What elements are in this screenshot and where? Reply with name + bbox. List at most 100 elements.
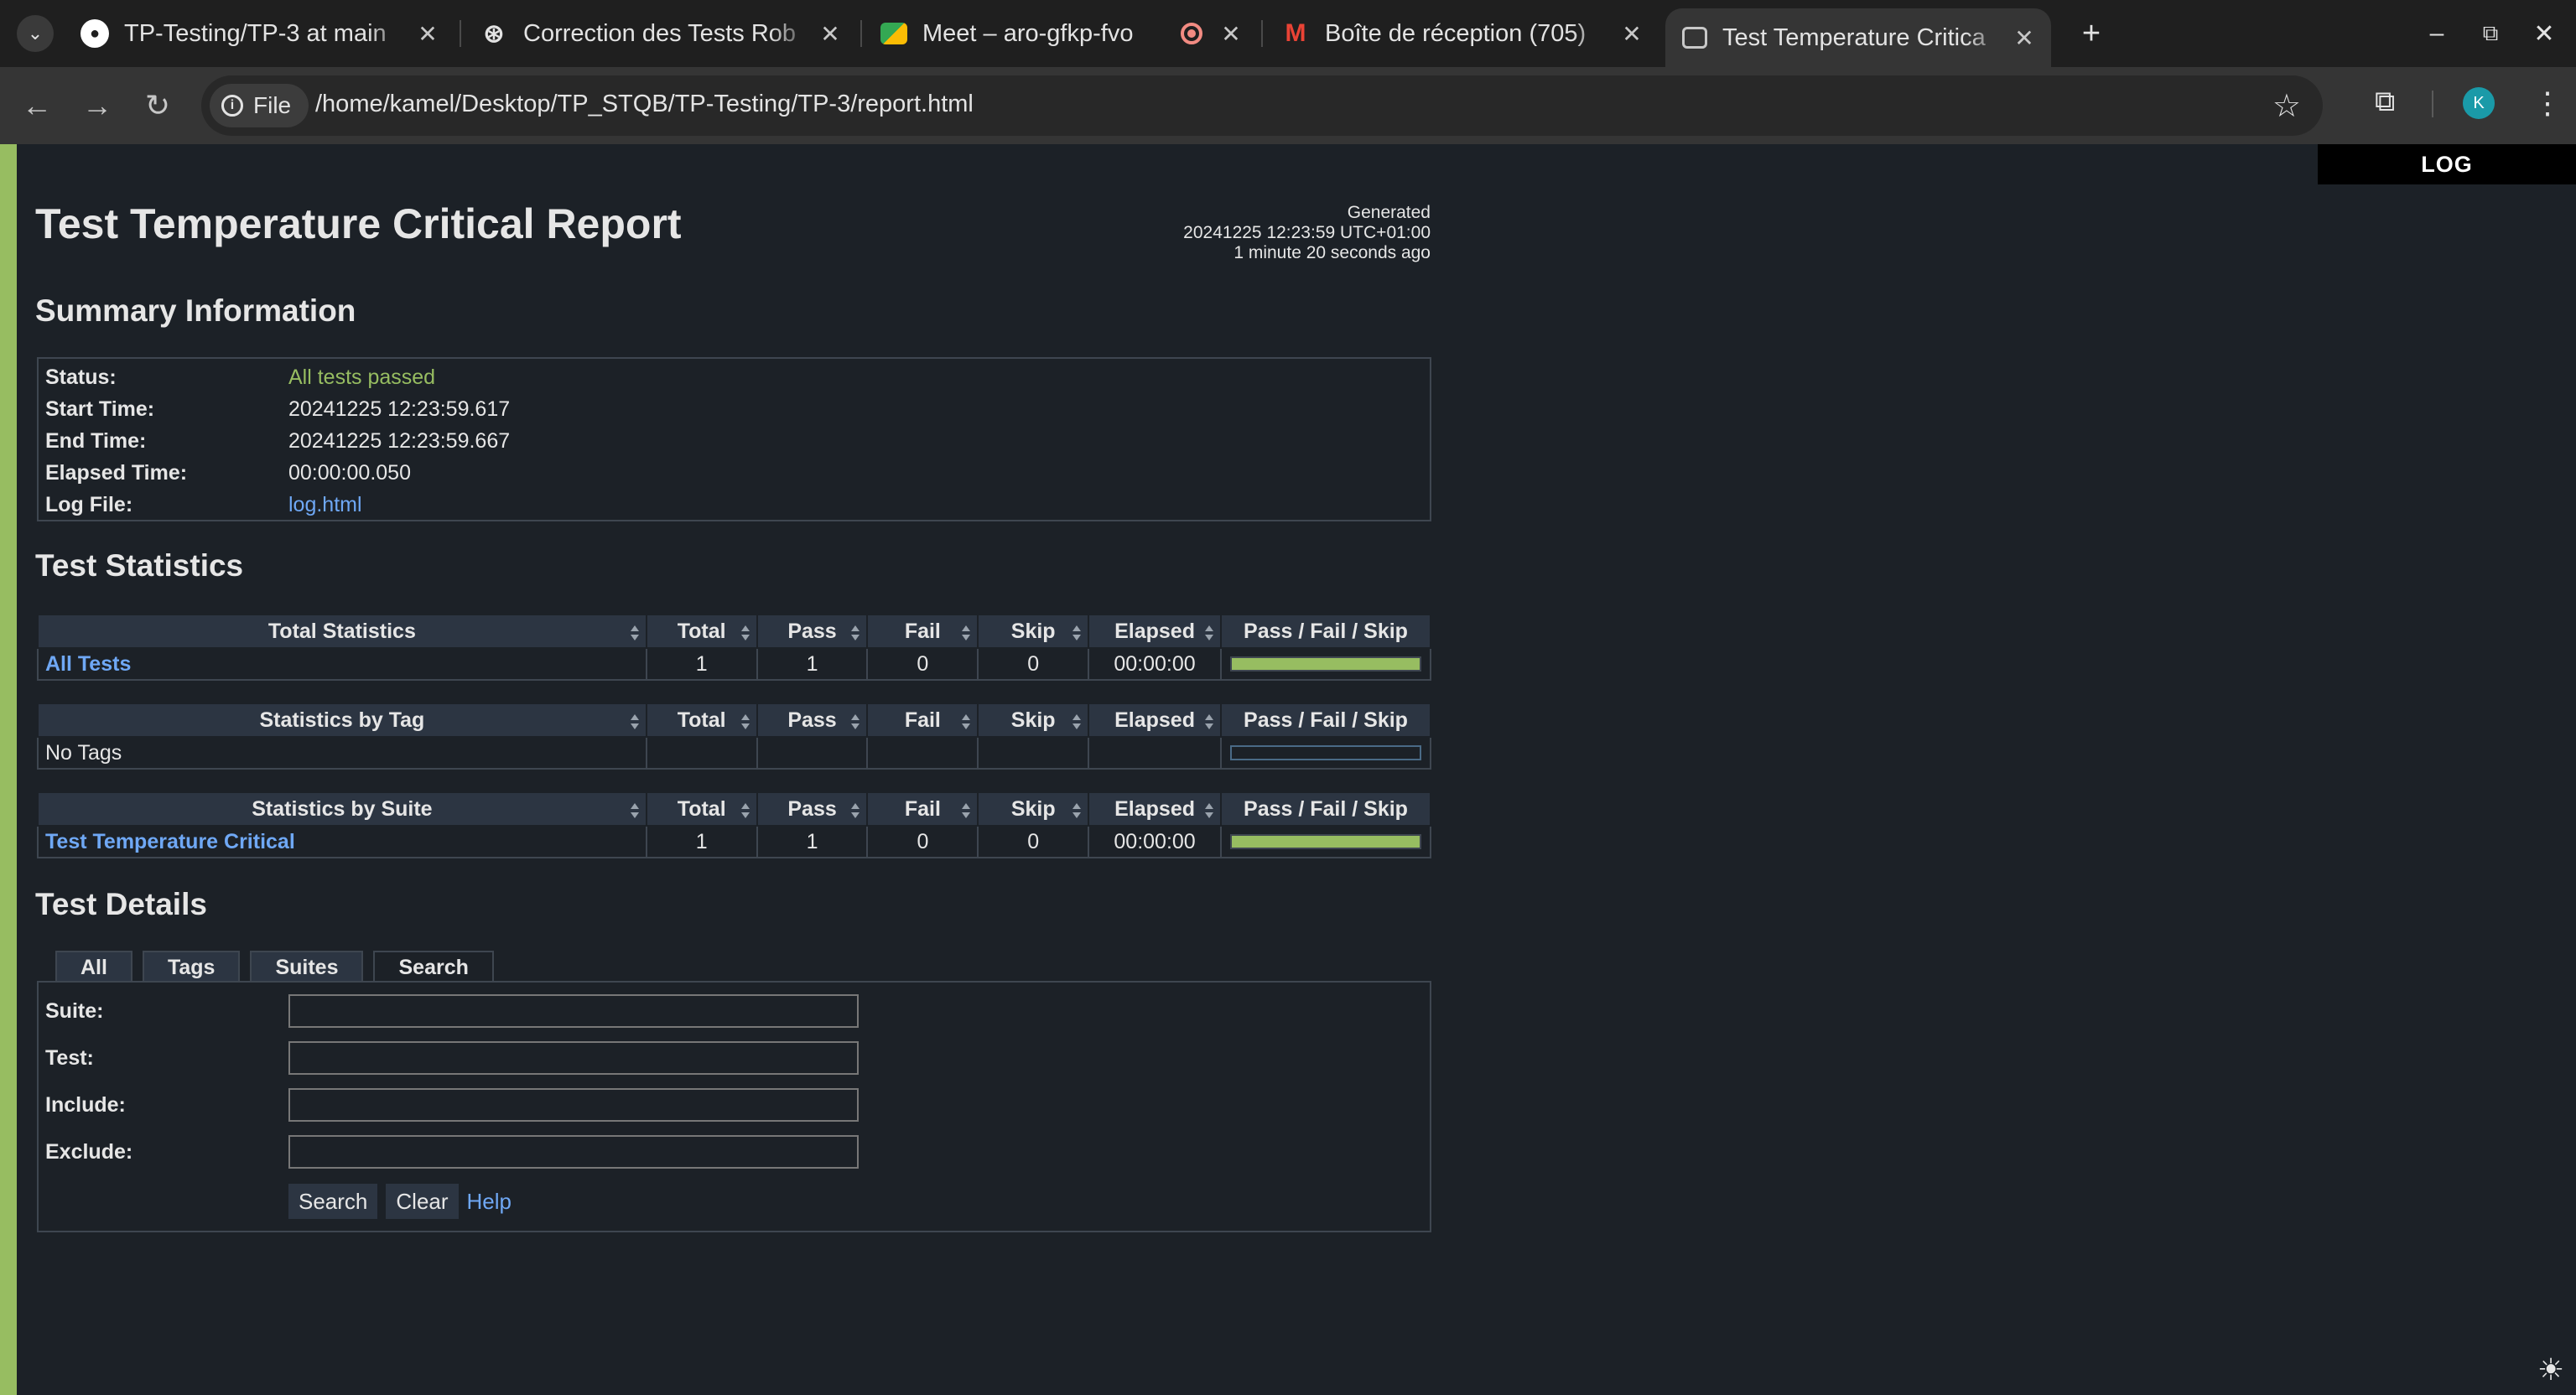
sort-icon[interactable] <box>962 803 971 818</box>
log-file-link[interactable]: log.html <box>288 493 362 517</box>
profile-avatar[interactable]: K <box>2463 87 2495 119</box>
sort-icon[interactable] <box>630 714 639 729</box>
column-header-total[interactable]: Total <box>645 791 758 827</box>
search-button[interactable]: Search <box>288 1184 378 1219</box>
include-label: Include: <box>45 1092 126 1117</box>
minimize-icon[interactable]: – <box>2413 12 2460 55</box>
end-time-value: 20241225 12:23:59.667 <box>288 428 511 453</box>
sort-icon[interactable] <box>851 625 860 640</box>
sort-icon[interactable] <box>1204 714 1213 729</box>
header-label: Fail <box>904 619 941 643</box>
all-tests-link[interactable]: All Tests <box>37 647 647 681</box>
help-link[interactable]: Help <box>467 1189 512 1215</box>
column-header-fail[interactable]: Fail <box>866 791 979 827</box>
back-arrow-icon[interactable]: ← <box>15 84 59 127</box>
column-header-fail[interactable]: Fail <box>866 703 979 738</box>
column-header-pass[interactable]: Pass <box>756 791 869 827</box>
column-header-name[interactable]: Statistics by Suite <box>37 791 647 827</box>
site-info-chip[interactable]: i File <box>210 84 309 127</box>
exclude-input[interactable] <box>288 1135 859 1169</box>
sort-icon[interactable] <box>740 625 750 640</box>
tab-search-chevron-icon[interactable]: ⌄ <box>17 15 54 52</box>
column-header-name[interactable]: Statistics by Tag <box>37 703 647 738</box>
summary-label: Status: <box>45 365 117 389</box>
column-header-fail[interactable]: Fail <box>866 614 979 649</box>
elapsed-value: 00:00:00.050 <box>288 460 411 485</box>
sort-icon[interactable] <box>1072 803 1082 818</box>
sort-icon[interactable] <box>630 803 639 818</box>
column-header-skip[interactable]: Skip <box>977 791 1090 827</box>
browser-menu-icon[interactable]: ⋮ <box>2532 86 2563 121</box>
sort-icon[interactable] <box>1205 803 1213 818</box>
details-heading: Test Details <box>35 887 207 921</box>
new-tab-plus-icon[interactable]: + <box>2071 13 2111 54</box>
extensions-puzzle-icon[interactable]: ⧉ <box>2375 86 2395 118</box>
column-header-skip[interactable]: Skip <box>977 614 1090 649</box>
browser-tab-correction[interactable]: ⊛ Correction des Tests Rob ✕ <box>463 8 857 59</box>
column-header-total[interactable]: Total <box>645 703 758 738</box>
close-tab-icon[interactable]: ✕ <box>1214 20 1248 48</box>
sort-icon[interactable] <box>851 714 860 729</box>
header-label: Skip <box>1010 796 1056 821</box>
details-tabs: All Tags Suites Search <box>55 951 494 983</box>
column-header-skip[interactable]: Skip <box>977 703 1090 738</box>
window-close-icon[interactable]: ✕ <box>2521 12 2568 55</box>
browser-tab-github[interactable]: ● TP-Testing/TP-3 at main ✕ <box>64 8 454 59</box>
graph-cell <box>1219 736 1432 770</box>
sort-icon[interactable] <box>851 803 860 818</box>
close-tab-icon[interactable]: ✕ <box>1615 20 1649 48</box>
sort-icon[interactable] <box>630 625 639 640</box>
sort-icon[interactable] <box>962 625 971 640</box>
graph-cell <box>1220 825 1431 858</box>
header-label: Statistics by Suite <box>252 796 433 821</box>
sort-icon[interactable] <box>962 714 971 729</box>
browser-tab-report[interactable]: Test Temperature Critica ✕ <box>1665 8 2051 67</box>
column-header-elapsed[interactable]: Elapsed <box>1088 791 1222 827</box>
skip-cell: 0 <box>977 647 1090 681</box>
restore-icon[interactable]: ⧉ <box>2467 12 2514 55</box>
clear-button[interactable]: Clear <box>386 1184 459 1219</box>
pass-fail-skip-graph <box>1229 656 1421 672</box>
close-tab-icon[interactable]: ✕ <box>813 20 847 48</box>
sort-icon[interactable] <box>1204 625 1213 640</box>
sort-icon[interactable] <box>740 714 750 729</box>
close-tab-icon[interactable]: ✕ <box>411 20 444 48</box>
suite-link[interactable]: Test Temperature Critical <box>37 825 647 858</box>
reload-icon[interactable]: ↻ <box>136 84 179 127</box>
include-input[interactable] <box>288 1088 859 1122</box>
tab-all[interactable]: All <box>55 951 132 983</box>
browser-tab-gmail[interactable]: M Boîte de réception (705) ✕ <box>1265 8 1659 59</box>
header-label: Skip <box>1010 708 1056 732</box>
column-header-total[interactable]: Total <box>645 614 758 649</box>
address-bar[interactable]: i File /home/kamel/Desktop/TP_STQB/TP-Te… <box>201 75 2323 136</box>
tab-title: Meet – aro-gfkp-fvo <box>922 19 1134 47</box>
column-header-elapsed[interactable]: Elapsed <box>1088 614 1222 649</box>
url-text[interactable]: /home/kamel/Desktop/TP_STQB/TP-Testing/T… <box>315 91 974 118</box>
bookmark-star-icon[interactable]: ☆ <box>2272 87 2301 125</box>
header-label: Statistics by Tag <box>259 708 425 732</box>
column-header-pass[interactable]: Pass <box>756 703 869 738</box>
tab-suites[interactable]: Suites <box>250 951 364 983</box>
column-header-pass[interactable]: Pass <box>756 614 869 649</box>
sort-icon[interactable] <box>740 803 750 818</box>
close-tab-icon[interactable]: ✕ <box>2007 24 2041 52</box>
column-header-name[interactable]: Total Statistics <box>37 614 647 649</box>
log-link[interactable]: LOG <box>2318 144 2576 184</box>
total-statistics-table: Total Statistics Total Pass Fail Skip El… <box>37 614 1432 681</box>
column-header-elapsed[interactable]: Elapsed <box>1088 703 1222 738</box>
fail-cell: 0 <box>866 647 979 681</box>
test-label: Test: <box>45 1045 94 1070</box>
tab-search[interactable]: Search <box>373 951 494 983</box>
forward-arrow-icon[interactable]: → <box>75 84 119 127</box>
tab-separator <box>460 20 461 47</box>
suite-input[interactable] <box>288 994 859 1028</box>
github-icon: ● <box>80 19 109 48</box>
test-input[interactable] <box>288 1041 859 1075</box>
table-header-row: Total Statistics Total Pass Fail Skip El… <box>37 614 1432 649</box>
tab-tags[interactable]: Tags <box>142 951 241 983</box>
theme-toggle-sun-icon[interactable]: ☀ <box>2534 1352 2568 1387</box>
sort-icon[interactable] <box>1072 714 1082 729</box>
browser-toolbar: ← → ↻ i File /home/kamel/Desktop/TP_STQB… <box>0 67 2576 144</box>
browser-tab-meet[interactable]: Meet – aro-gfkp-fvo ✕ <box>864 8 1258 59</box>
sort-icon[interactable] <box>1072 625 1082 640</box>
